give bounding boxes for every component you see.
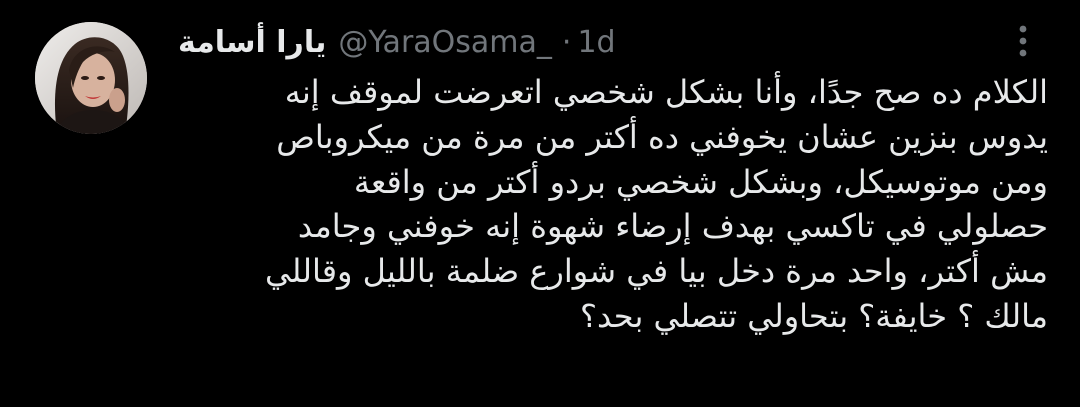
dot-separator: ·: [561, 24, 572, 60]
avatar-photo-icon: [35, 22, 147, 134]
more-options-button[interactable]: [1002, 20, 1044, 62]
tweet-text-line: مالك ؟ خايفة؟ بتحاولي تتصلي بحد؟: [580, 296, 1048, 335]
tweet-header: يارا أسامة @YaraOsama_ · 1d: [178, 22, 616, 62]
tweet-card[interactable]: يارا أسامة @YaraOsama_ · 1d الكلام ده صح…: [0, 0, 1080, 407]
tweet-text: الكلام ده صح جدًا، وأنا بشكل شخصي اتعرضت…: [168, 70, 1048, 339]
user-handle[interactable]: @YaraOsama_: [338, 25, 552, 60]
tweet-text-line: ومن موتوسيكل، وبشكل شخصي بردو أكتر من وا…: [353, 162, 1048, 201]
display-name[interactable]: يارا أسامة: [178, 25, 326, 60]
user-avatar[interactable]: [35, 22, 147, 134]
more-options-vertical-icon: [1019, 25, 1027, 57]
tweet-text-line: حصلولي في تاكسي بهدف إرضاء شهوة إنه خوفن…: [297, 207, 1048, 246]
tweet-text-line: يدوس بنزين عشان يخوفني ده أكتر من مرة من…: [276, 117, 1048, 156]
timestamp[interactable]: 1d: [577, 25, 615, 60]
tweet-text-line: مش أكتر، واحد مرة دخل بيا في شوارع ضلمة …: [264, 252, 1048, 291]
tweet-text-line: الكلام ده صح جدًا، وأنا بشكل شخصي اتعرضت…: [284, 73, 1048, 111]
